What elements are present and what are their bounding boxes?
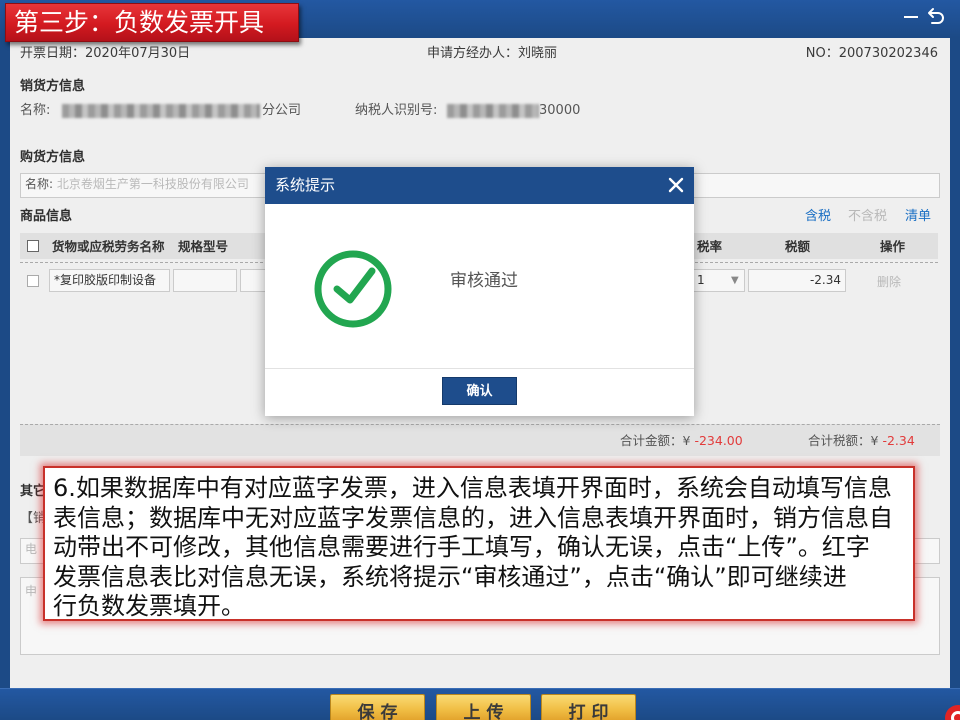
app-window: 第三步：负数发票开具 开票日期：2020年07月30日 申请方经办人：刘晓丽 N… [0,0,960,720]
seller-taxid-value: 30000 [539,103,581,118]
instruction-line: 发票信息表比对信息无误，系统将提示“审核通过”，点击“确认”即可继续进 [53,562,847,591]
close-icon[interactable] [668,177,684,193]
dialog-divider [265,368,694,369]
row-checkbox[interactable] [27,275,39,287]
return-icon[interactable] [926,6,946,26]
redacted-seller-taxid [447,104,539,118]
total-tax-label: 合计税额： [808,433,871,448]
seller-name-value: 分公司 [262,103,302,118]
dialog-title: 系统提示 [275,176,336,194]
seller-name-label: 名称: [20,103,51,118]
delete-row-link[interactable]: 删除 [877,274,901,290]
seller-taxid-label: 纳税人识别号: [355,103,438,118]
chevron-down-icon: ▼ [731,275,739,286]
item-list-link[interactable]: 清单 [905,209,931,225]
dialog-message: 审核通过 [450,271,518,291]
total-amount: 合计金额：¥ -234.00 [620,433,743,449]
invoice-date: 开票日期：2020年07月30日 [20,46,191,61]
redacted-seller-name [62,104,260,118]
application-placeholder: 申 [25,584,38,598]
step-banner: 第三步：负数发票开具 [5,3,299,42]
column-header-name: 货物或应税劳务名称 [52,239,165,254]
tax-inclusive-toggle[interactable]: 含税 [805,209,831,225]
total-tax-currency: ¥ [870,433,879,448]
select-all-checkbox[interactable] [27,240,39,252]
total-amount-value: -234.00 [694,433,743,448]
column-header-spec: 规格型号 [178,239,229,254]
check-circle-icon [314,250,392,328]
column-header-tax-amount: 税额 [785,239,811,254]
tax-amount-input[interactable]: -2.34 [748,269,846,292]
totals-bar [20,424,940,456]
total-amount-currency: ¥ [682,433,691,448]
print-button[interactable]: 打 印 [541,694,636,720]
buyer-name-label: 名称: [25,177,54,191]
invoice-number: NO：200730202346 [805,46,938,61]
item-name-input[interactable]: *复印胶版印制设备 [49,269,170,292]
column-header-action: 操作 [880,239,906,254]
save-button[interactable]: 保 存 [330,694,425,720]
instruction-line: 6.如果数据库中有对应蓝字发票，进入信息表填开界面时，系统会自动填写信息 [53,474,892,502]
total-tax-value: -2.34 [882,433,915,448]
applicant-agent: 申请方经办人：刘晓丽 [427,46,558,61]
instruction-callout: 6.如果数据库中有对应蓝字发票，进入信息表填开界面时，系统会自动填写信息 表信息… [43,466,915,621]
instruction-line: 行负数发票填开。 [53,592,245,620]
buyer-section-title: 购货方信息 [20,150,86,165]
system-dialog: 系统提示 审核通过 确认 [265,167,694,416]
tax-exclusive-toggle[interactable]: 不含税 [848,209,887,225]
seller-section-title: 销货方信息 [20,79,86,94]
confirm-button[interactable]: 确认 [442,377,517,405]
column-header-tax-rate: 税率 [697,239,723,254]
total-tax: 合计税额：¥ -2.34 [808,433,915,449]
tax-rate-value: 1 [697,273,705,287]
item-spec-input[interactable] [173,269,237,292]
minus-icon[interactable] [903,9,919,25]
step-banner-text: 第三步：负数发票开具 [14,8,265,37]
upload-button[interactable]: 上 传 [436,694,531,720]
phone-placeholder: 电 [25,542,38,556]
total-amount-label: 合计金额： [620,433,683,448]
goods-section-title: 商品信息 [20,209,73,224]
logo-icon [945,705,960,720]
instruction-line: 表信息；数据库中无对应蓝字发票信息的，进入信息表填开界面时，销方信息自 [53,503,893,532]
instruction-line: 动带出不可修改，其他信息需要进行手工填写，确认无误，点击“上传”。红字 [53,533,870,561]
tax-rate-select[interactable]: 1 ▼ [688,269,745,292]
buyer-name-value: 北京卷烟生产第一科技股份有限公司 [56,177,249,191]
